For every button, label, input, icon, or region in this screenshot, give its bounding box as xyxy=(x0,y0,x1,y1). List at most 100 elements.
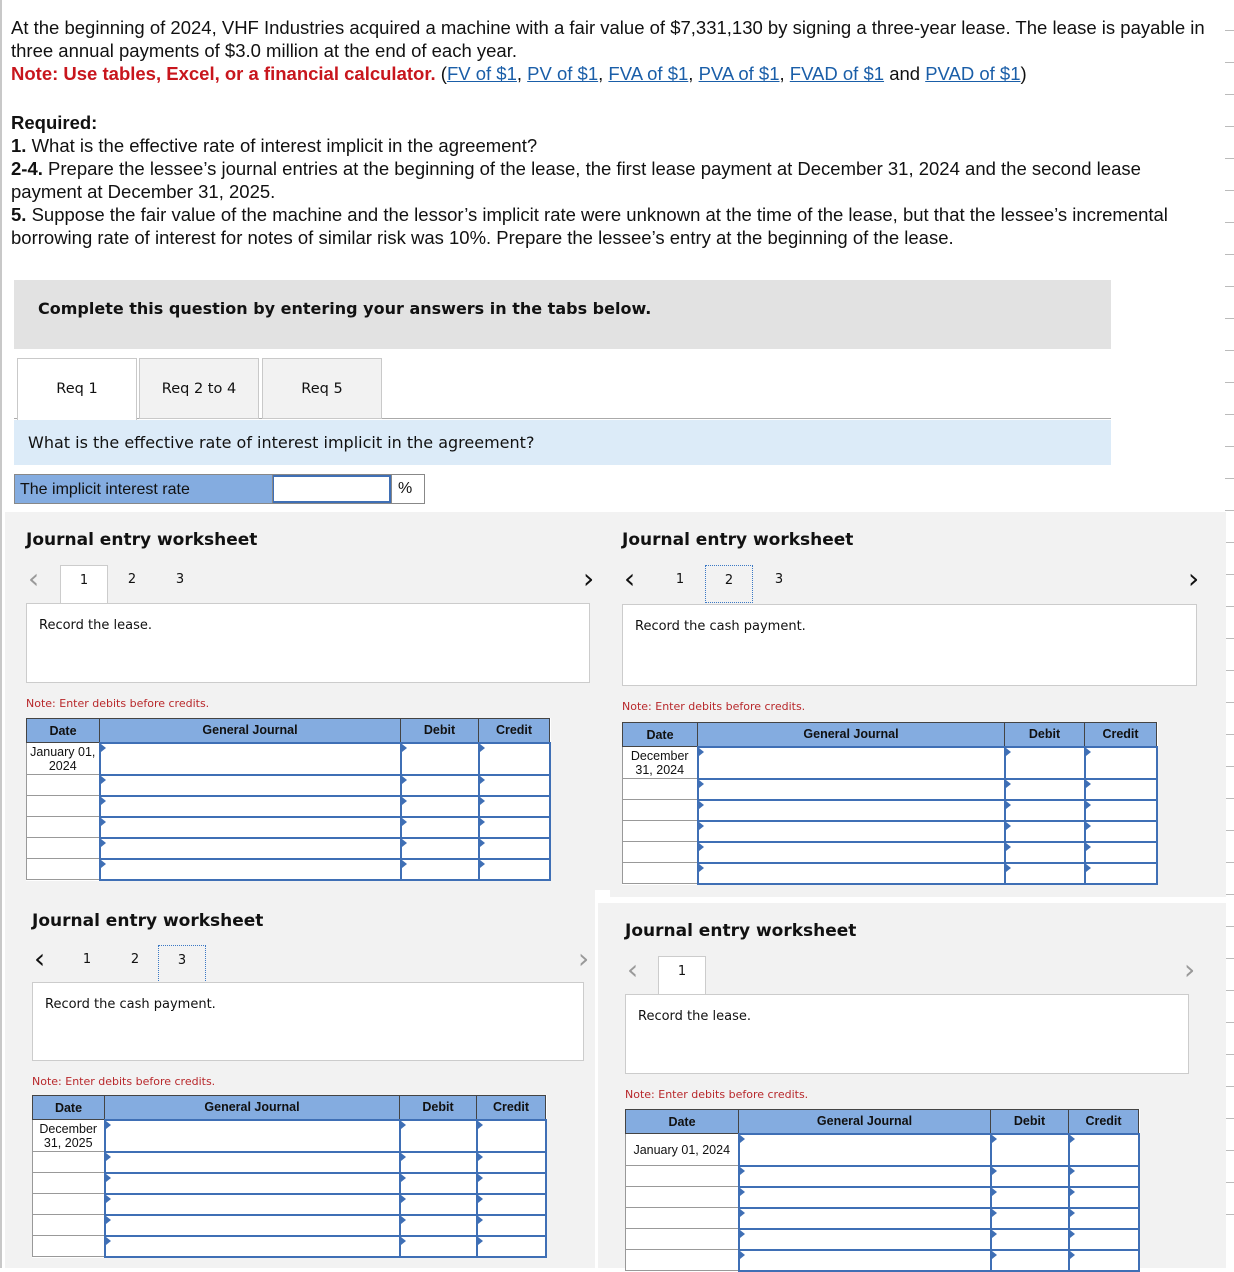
chevron-left-icon[interactable]: ‹ xyxy=(28,565,39,593)
credit-input[interactable] xyxy=(477,773,551,797)
chevron-right-icon[interactable]: › xyxy=(578,945,589,973)
worksheet-page-tab[interactable]: 1 xyxy=(63,945,111,983)
debit-input[interactable] xyxy=(989,1132,1070,1167)
link-fv[interactable]: FV of $1 xyxy=(447,63,517,84)
credit-input[interactable] xyxy=(475,1118,547,1153)
account-input[interactable] xyxy=(696,798,1006,822)
link-pv[interactable]: PV of $1 xyxy=(527,63,598,84)
account-input[interactable] xyxy=(737,1206,992,1230)
debit-input[interactable] xyxy=(989,1164,1070,1188)
worksheet-page-tab[interactable]: 2 xyxy=(111,945,159,983)
debit-input[interactable] xyxy=(1003,745,1086,780)
debit-input[interactable] xyxy=(1003,861,1086,885)
credit-input[interactable] xyxy=(1083,777,1158,801)
credit-input[interactable] xyxy=(475,1234,547,1258)
link-pvad[interactable]: PVAD of $1 xyxy=(925,63,1020,84)
debit-input[interactable] xyxy=(398,1150,478,1174)
debit-input[interactable] xyxy=(989,1248,1070,1272)
credit-input[interactable] xyxy=(1067,1185,1140,1209)
debit-input[interactable] xyxy=(1003,840,1086,864)
account-input[interactable] xyxy=(103,1234,401,1258)
worksheet-page-tab[interactable]: 3 xyxy=(158,945,206,983)
credit-input[interactable] xyxy=(1067,1132,1140,1167)
debit-input[interactable] xyxy=(398,1213,478,1237)
chevron-right-icon[interactable]: › xyxy=(1188,565,1199,593)
account-input[interactable] xyxy=(98,794,402,818)
credit-input[interactable] xyxy=(1067,1227,1140,1251)
debit-input[interactable] xyxy=(1003,798,1086,822)
worksheet-page-tab[interactable]: 1 xyxy=(658,956,706,995)
tab-req-5[interactable]: Req 5 xyxy=(262,358,382,419)
account-input[interactable] xyxy=(737,1185,992,1209)
worksheet-page-tab[interactable]: 1 xyxy=(60,565,108,604)
account-input[interactable] xyxy=(737,1132,992,1167)
chevron-right-icon[interactable]: › xyxy=(1184,956,1195,984)
worksheet-page-tab[interactable]: 3 xyxy=(156,565,204,603)
debit-input[interactable] xyxy=(1003,819,1086,843)
account-input[interactable] xyxy=(737,1164,992,1188)
chevron-left-icon[interactable]: ‹ xyxy=(627,956,638,984)
debit-input[interactable] xyxy=(398,1118,478,1153)
chevron-left-icon[interactable]: ‹ xyxy=(34,945,45,973)
account-input[interactable] xyxy=(103,1171,401,1195)
worksheet-page-tab[interactable]: 1 xyxy=(656,565,704,603)
credit-input[interactable] xyxy=(477,836,551,860)
credit-input[interactable] xyxy=(475,1192,547,1216)
debit-input[interactable] xyxy=(399,741,480,776)
credit-input[interactable] xyxy=(475,1171,547,1195)
credit-input[interactable] xyxy=(475,1213,547,1237)
credit-input[interactable] xyxy=(477,741,551,776)
account-input[interactable] xyxy=(98,773,402,797)
credit-input[interactable] xyxy=(1083,819,1158,843)
debit-input[interactable] xyxy=(398,1171,478,1195)
chevron-right-icon[interactable]: › xyxy=(583,565,594,593)
credit-input[interactable] xyxy=(1083,840,1158,864)
credit-input[interactable] xyxy=(477,794,551,818)
account-input[interactable] xyxy=(696,745,1006,780)
debit-input[interactable] xyxy=(399,815,480,839)
debit-input[interactable] xyxy=(989,1227,1070,1251)
debit-input[interactable] xyxy=(399,773,480,797)
credit-input[interactable] xyxy=(1067,1248,1140,1272)
debit-input[interactable] xyxy=(399,857,480,881)
account-input[interactable] xyxy=(696,861,1006,885)
credit-input[interactable] xyxy=(475,1150,547,1174)
debit-input[interactable] xyxy=(989,1206,1070,1230)
account-input[interactable] xyxy=(737,1248,992,1272)
credit-input[interactable] xyxy=(1083,745,1158,780)
account-input[interactable] xyxy=(103,1150,401,1174)
debit-input[interactable] xyxy=(398,1234,478,1258)
credit-input[interactable] xyxy=(1083,861,1158,885)
link-pva[interactable]: PVA of $1 xyxy=(699,63,780,84)
credit-input[interactable] xyxy=(477,815,551,839)
link-fvad[interactable]: FVAD of $1 xyxy=(790,63,884,84)
debit-input[interactable] xyxy=(989,1185,1070,1209)
chevron-left-icon[interactable]: ‹ xyxy=(624,565,635,593)
account-input[interactable] xyxy=(98,857,402,881)
account-input[interactable] xyxy=(103,1118,401,1153)
credit-input[interactable] xyxy=(1067,1206,1140,1230)
account-input[interactable] xyxy=(98,741,402,776)
debit-input[interactable] xyxy=(398,1192,478,1216)
account-input[interactable] xyxy=(696,840,1006,864)
account-input[interactable] xyxy=(696,819,1006,843)
credit-input[interactable] xyxy=(1067,1164,1140,1188)
debit-input[interactable] xyxy=(399,836,480,860)
tab-req-2-to-4[interactable]: Req 2 to 4 xyxy=(139,358,259,419)
link-fva[interactable]: FVA of $1 xyxy=(608,63,688,84)
implicit-rate-input[interactable] xyxy=(273,475,391,503)
debit-input[interactable] xyxy=(1003,777,1086,801)
tab-req-1[interactable]: Req 1 xyxy=(17,358,137,420)
debit-input[interactable] xyxy=(399,794,480,818)
account-input[interactable] xyxy=(103,1192,401,1216)
worksheet-page-tab[interactable]: 2 xyxy=(108,565,156,603)
account-input[interactable] xyxy=(103,1213,401,1237)
credit-input[interactable] xyxy=(477,857,551,881)
account-input[interactable] xyxy=(98,836,402,860)
credit-input[interactable] xyxy=(1083,798,1158,822)
account-input[interactable] xyxy=(737,1227,992,1251)
worksheet-page-tab[interactable]: 3 xyxy=(755,565,803,603)
account-input[interactable] xyxy=(696,777,1006,801)
worksheet-page-tab[interactable]: 2 xyxy=(705,565,753,603)
account-input[interactable] xyxy=(98,815,402,839)
